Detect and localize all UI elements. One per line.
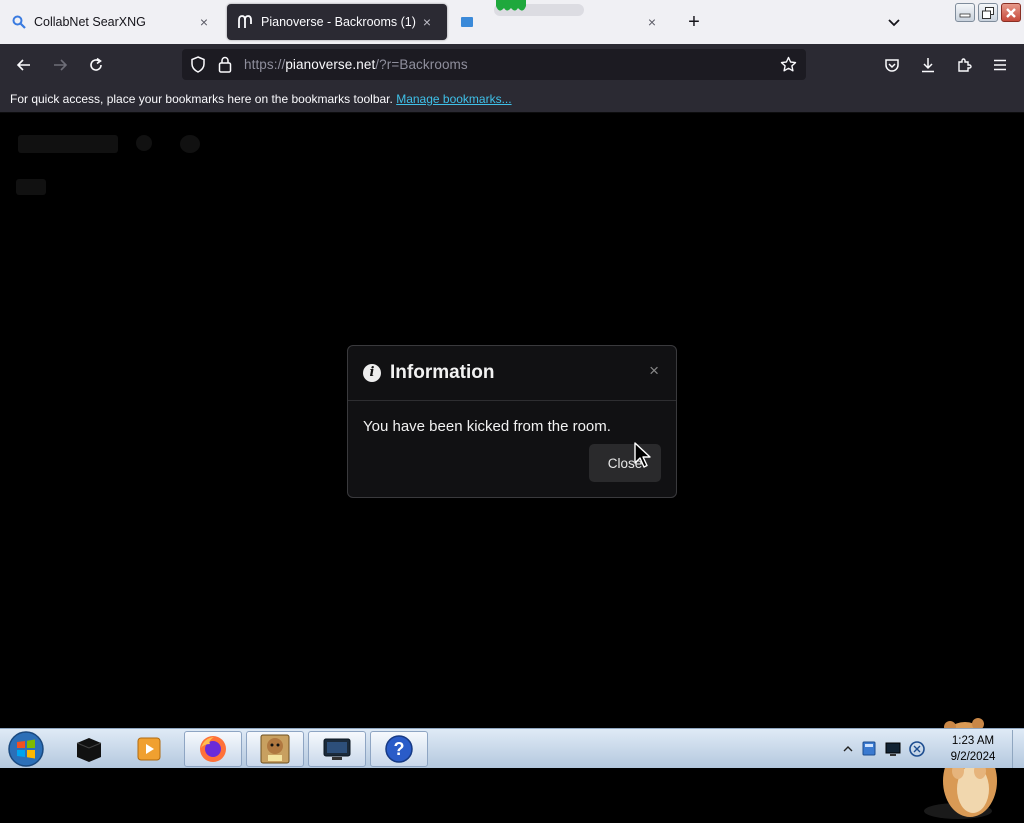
tab-title: CollabNet SearXNG [34,15,146,29]
mouse-cursor-icon [634,442,651,468]
minimize-icon [959,13,971,17]
taskbar-firefox[interactable] [184,731,242,767]
dialog-title: Information [390,362,495,383]
list-all-tabs-chevron-icon[interactable] [884,12,904,32]
reload-button[interactable] [83,52,109,78]
tab-close-icon[interactable]: × [642,12,662,32]
tab-strip: CollabNet SearXNG × Pianoverse - Backroo… [0,0,1024,44]
help-question-icon: ? [385,735,413,763]
app-menu-button[interactable] [987,52,1013,78]
faded-icon [136,135,152,151]
hamburger-menu-icon [994,59,1006,71]
info-icon: i [363,364,381,382]
speaker-network-icon[interactable] [908,740,926,758]
tab-collabnet-searxng[interactable]: CollabNet SearXNG × [2,4,224,40]
close-window-button[interactable] [1001,3,1021,22]
svg-text:?: ? [394,739,405,759]
url-text[interactable]: https://pianoverse.net/?r=Backrooms [244,57,468,72]
bookmark-star-icon[interactable] [780,56,797,73]
faded-label [16,179,46,195]
information-dialog: i Information × You have been kicked fro… [347,345,677,498]
close-icon [1006,7,1016,18]
dialog-close-icon[interactable]: × [649,361,659,381]
navigation-toolbar: https://pianoverse.net/?r=Backrooms [0,44,1024,85]
monitor-icon [323,738,351,760]
manage-bookmarks-link[interactable]: Manage bookmarks... [396,92,511,106]
system-tray [842,737,926,761]
download-icon [922,58,934,73]
system-clock[interactable]: 1:23 AM 9/2/2024 [942,733,1004,765]
clock-date: 9/2/2024 [950,751,996,763]
hamster-box-icon [260,734,290,764]
taskbar-terminal-app[interactable] [60,731,118,767]
shield-icon[interactable] [190,56,206,73]
taskbar-media-player[interactable] [120,731,178,767]
dialog-header: i Information × [348,346,676,401]
forward-button[interactable] [47,52,73,78]
tab-close-icon[interactable]: × [417,12,437,32]
green-overlay-icon [496,0,526,11]
clock-time: 1:23 AM [951,735,995,747]
network-drive-icon[interactable] [860,740,878,758]
search-icon [12,15,26,29]
lock-icon[interactable] [218,56,232,73]
show-hidden-icons-arrow-icon[interactable] [842,743,854,755]
taskbar-remote-desktop[interactable] [308,731,366,767]
back-button[interactable] [11,52,37,78]
faded-icon [180,135,200,153]
firefox-icon [200,736,226,762]
puzzle-piece-icon [958,58,972,72]
faded-header-text [18,135,118,153]
dialog-message: You have been kicked from the room. [363,418,611,435]
url-bar[interactable]: https://pianoverse.net/?r=Backrooms [182,49,806,80]
pocket-button[interactable] [879,52,905,78]
url-path: /?r=Backrooms [375,57,468,72]
taskbar-help[interactable]: ? [370,731,428,767]
display-icon[interactable] [884,740,902,758]
tab-close-icon[interactable]: × [194,12,214,32]
page-favicon-icon [461,17,473,27]
forward-arrow-icon [54,59,68,71]
restore-icon [982,6,994,19]
media-player-icon [137,737,161,761]
bookmarks-hint-text: For quick access, place your bookmarks h… [10,92,393,106]
tab-title: Pianoverse - Backrooms (1) [261,15,416,29]
bookmarks-toolbar: For quick access, place your bookmarks h… [0,85,1024,113]
minimize-button[interactable] [955,3,975,22]
pianoverse-logo-icon [238,15,252,28]
url-host: pianoverse.net [285,57,376,72]
page-content: i Information × You have been kicked fro… [0,113,1024,819]
taskbar: ? 1:23 AM 9/2/2024 [0,728,1024,768]
black-box-app-icon [76,738,102,762]
new-tab-button[interactable]: + [684,12,704,32]
reload-icon [90,57,102,71]
taskbar-hamster-box-game[interactable] [246,731,304,767]
extensions-button[interactable] [951,52,977,78]
tab-pianoverse[interactable]: Pianoverse - Backrooms (1) × [227,4,447,40]
show-desktop-button[interactable] [1012,730,1024,768]
back-arrow-icon [16,59,30,71]
downloads-button[interactable] [915,52,941,78]
start-button[interactable] [6,730,46,768]
restore-button[interactable] [978,3,998,22]
pocket-icon [885,59,899,72]
url-prefix: https:// [244,57,286,72]
